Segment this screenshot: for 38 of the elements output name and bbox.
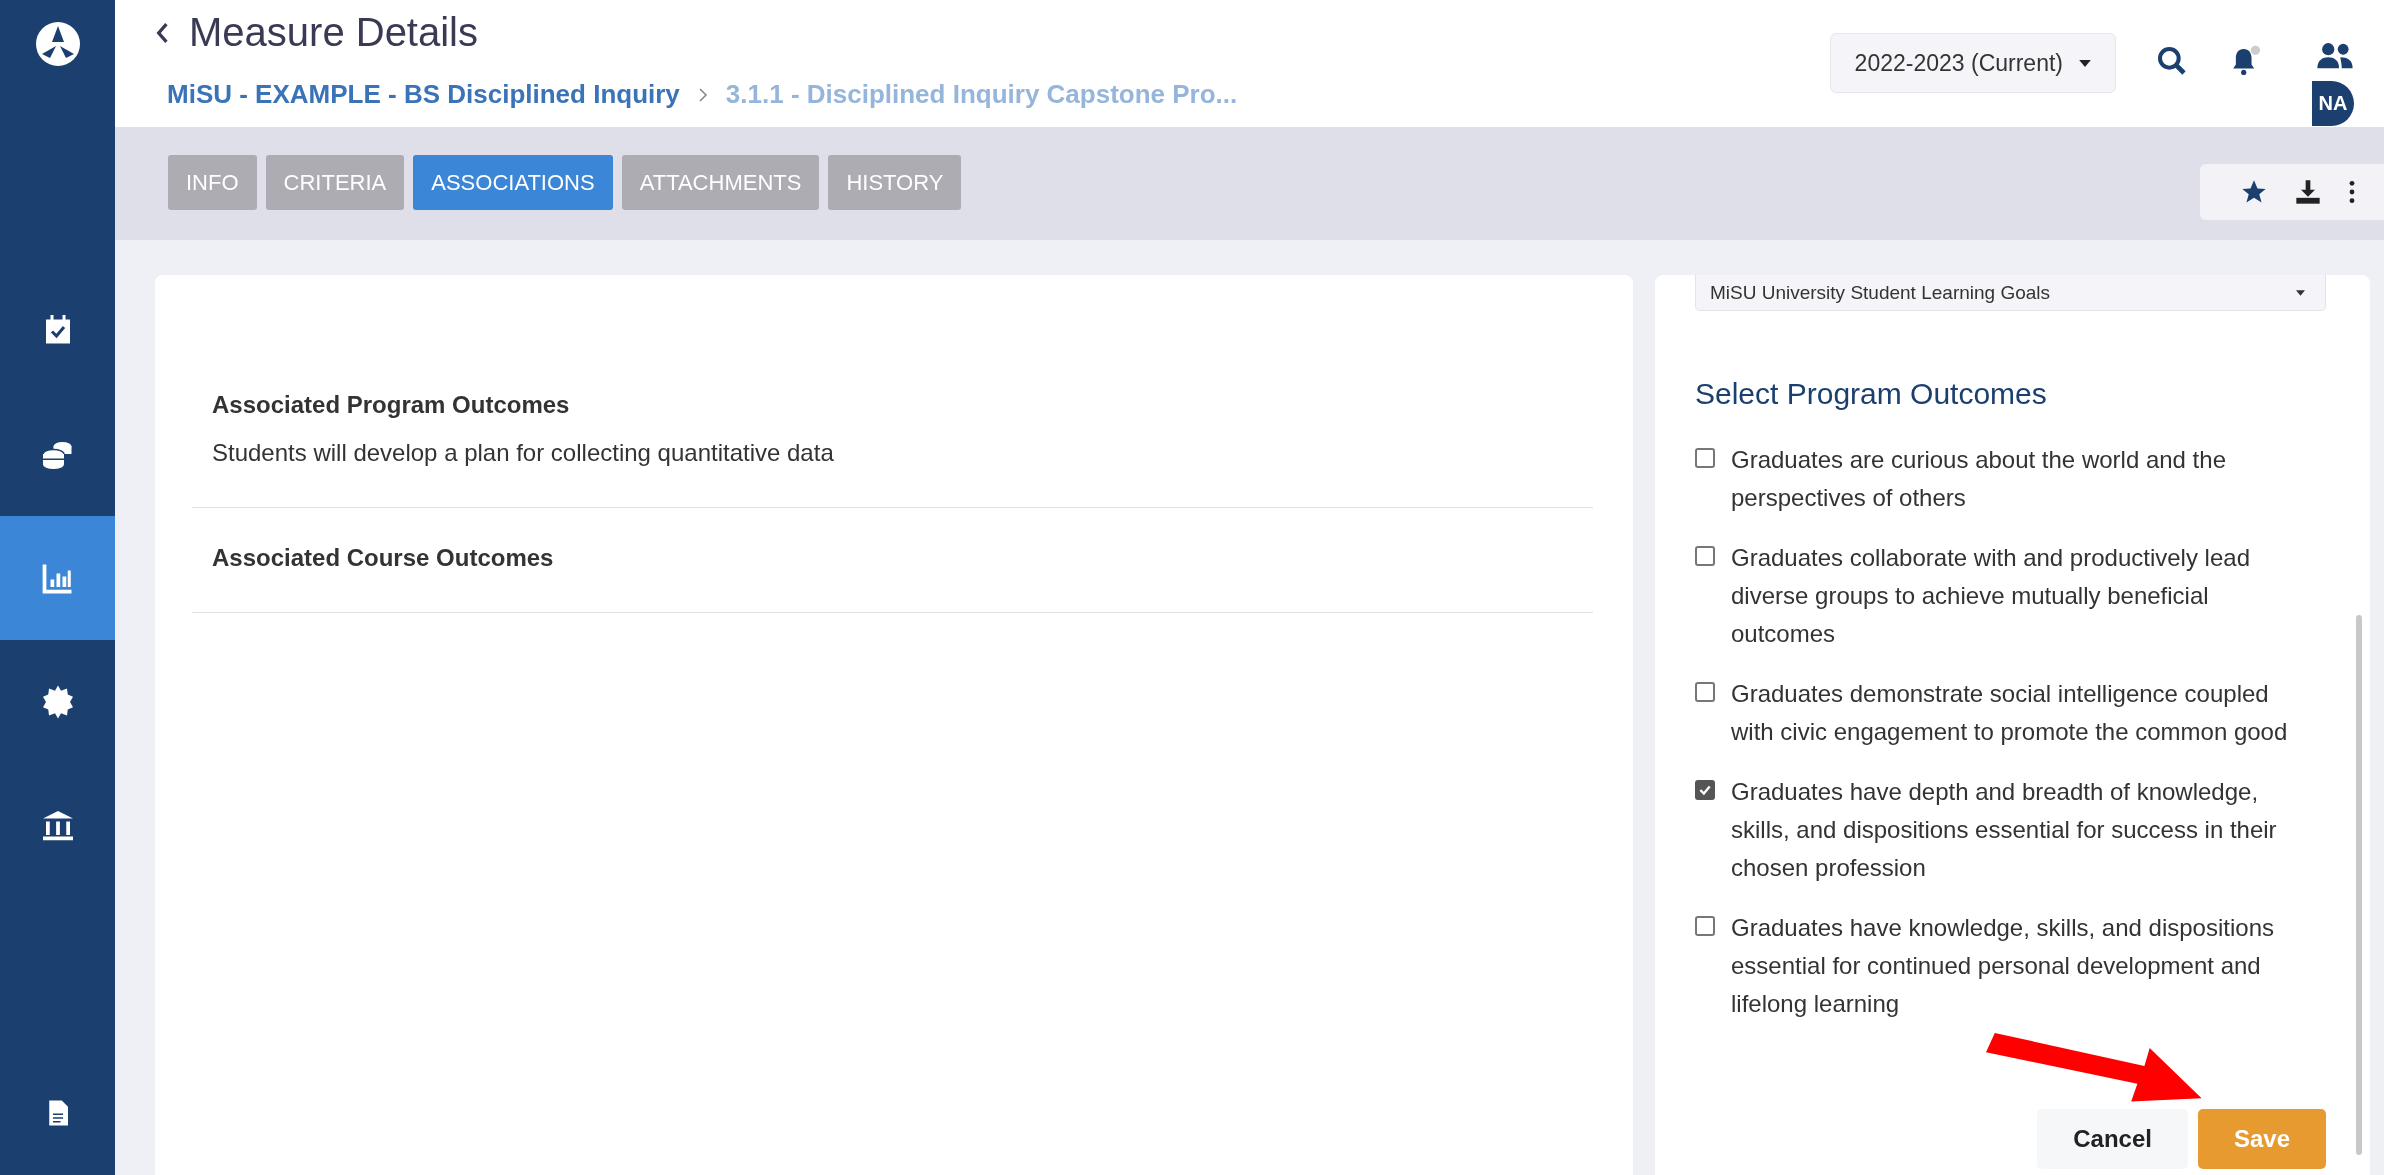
goal-set-dropdown[interactable]: MiSU University Student Learning Goals (1695, 275, 2326, 311)
checkbox[interactable] (1695, 546, 1715, 566)
tab[interactable]: CRITERIA (265, 155, 405, 210)
outcome-label: Graduates are curious about the world and the perspectives of others (1731, 445, 2227, 513)
breadcrumb-link[interactable]: 3.1.1 - Disciplined Inquiry Capstone Pro... (725, 79, 1238, 110)
scrollbar[interactable] (2356, 615, 2362, 1155)
section-heading: Associated Program Outcomes (212, 391, 571, 419)
outcome-text: Students will develop a plan for collecting quantitative data (212, 439, 835, 467)
page-title: Measure Details (189, 10, 478, 55)
checkbox[interactable] (1695, 780, 1715, 800)
back-icon[interactable] (155, 21, 169, 44)
check-icon (1698, 783, 1712, 797)
section-heading: Select Program Outcomes (1695, 377, 2048, 411)
logo-icon (33, 20, 82, 68)
tab[interactable]: ASSOCIATIONS (413, 155, 613, 210)
search-icon[interactable] (2156, 45, 2188, 77)
section-heading: Associated Course Outcomes (212, 544, 555, 572)
more-icon[interactable] (2348, 179, 2356, 205)
tab[interactable]: INFO (168, 155, 257, 210)
save-button[interactable]: Save (2197, 1109, 2326, 1169)
outcome-label: Graduates demonstrate social intelligence coupled with civic engagement to promote the common good (1731, 679, 2289, 747)
caret-icon (2296, 289, 2305, 296)
cancel-button[interactable]: Cancel (2037, 1109, 2188, 1169)
download-icon[interactable] (2294, 178, 2322, 206)
checkbox[interactable] (1695, 916, 1715, 936)
breadcrumb-link[interactable]: MiSU - EXAMPLE - BS Disciplined Inquiry (167, 79, 680, 110)
checkbox[interactable] (1695, 448, 1715, 468)
outcome-label: Graduates have knowledge, skills, and dispositions essential for continued personal development and lifelong learning (1731, 913, 2275, 1019)
tab[interactable]: ATTACHMENTS (621, 155, 820, 210)
outcome-label: Graduates collaborate with and productively lead diverse groups to achieve mutually beneficial outcomes (1731, 543, 2251, 649)
caret-icon (2079, 59, 2091, 67)
users-icon[interactable] (2316, 41, 2354, 71)
checkbox[interactable] (1695, 682, 1715, 702)
outcome-label: Graduates have depth and breadth of knowledge, skills, and dispositions essential for success in their chosen profession (1731, 777, 2278, 883)
user-avatar[interactable]: NA (2312, 81, 2354, 126)
chevron-icon (697, 86, 708, 103)
tab[interactable]: HISTORY (828, 155, 962, 210)
year-dropdown[interactable]: 2022-2023 (Current) (1829, 33, 2116, 93)
